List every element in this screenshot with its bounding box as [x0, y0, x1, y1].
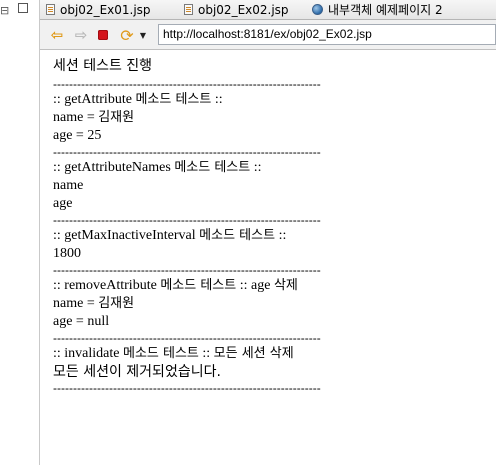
output-text: age	[53, 196, 73, 211]
invalidate-message: 모든 세션이 제거되었습니다.	[53, 364, 221, 380]
heading-prefix: :: removeAttribute	[53, 278, 161, 293]
output-text: 1800	[53, 246, 81, 261]
section-heading: :: invalidate 메소드 테스트 :: 모든 세션 삭제	[53, 345, 473, 363]
stop-icon	[98, 30, 108, 40]
tab-browser-page[interactable]: 내부객체 예제페이지 2	[312, 0, 443, 19]
separator-line: ----------------------------------------…	[53, 381, 321, 395]
separator-line: ----------------------------------------…	[53, 263, 321, 277]
globe-icon	[312, 4, 323, 15]
refresh-button[interactable]: ⟳	[118, 25, 136, 45]
heading-korean: 메소드 테스트	[174, 160, 251, 175]
heading-prefix: :: invalidate	[53, 346, 123, 361]
url-text: http://localhost:8181/ex/obj02_Ex02.jsp	[163, 27, 372, 41]
output-korean: 김재원	[98, 296, 135, 311]
tab-label: obj02_Ex01.jsp	[60, 2, 151, 17]
output-line: age = null	[53, 313, 473, 331]
editor-tab-bar: obj02_Ex01.jsp obj02_Ex02.jsp 내부객체 예제페이지…	[40, 0, 496, 20]
tab-label: 내부객체 예제페이지 2	[328, 3, 443, 17]
section-heading: :: removeAttribute 메소드 테스트 :: age 삭제	[53, 277, 473, 295]
stop-button[interactable]	[94, 26, 112, 44]
document-icon	[184, 4, 193, 15]
output-line: 1800	[53, 245, 473, 263]
forward-button[interactable]: ⇨	[72, 26, 90, 44]
heading-prefix: :: getAttributeNames	[53, 160, 175, 175]
heading-korean: 메소드 테스트	[160, 278, 237, 293]
maximize-icon[interactable]	[18, 3, 28, 13]
section-heading: :: getAttribute 메소드 테스트 ::	[53, 91, 473, 109]
back-button[interactable]: ⇦	[48, 26, 66, 44]
heading-suffix: ::	[198, 346, 214, 361]
output-text: age = null	[53, 314, 110, 329]
heading-prefix: :: getMaxInactiveInterval	[53, 228, 200, 243]
chevron-down-icon: ▼	[139, 30, 147, 40]
output-text: name =	[53, 296, 99, 311]
minimize-icon[interactable]: ⊟	[0, 4, 9, 17]
output-korean: 김재원	[98, 110, 135, 125]
document-icon	[46, 4, 55, 15]
page-body: 세션 테스트 진행 ------------------------------…	[53, 57, 473, 395]
output-line: name = 김재원	[53, 109, 473, 127]
heading-prefix: :: getAttribute	[53, 92, 136, 107]
refresh-icon: ⟳	[120, 25, 134, 45]
section-heading: :: getAttributeNames 메소드 테스트 ::	[53, 159, 473, 177]
browser-window: ⊟ obj02_Ex01.jsp obj02_Ex02.jsp 내부객체 예제페…	[0, 0, 496, 465]
forward-arrow-icon: ⇨	[74, 26, 88, 44]
tab-label: obj02_Ex02.jsp	[198, 2, 289, 17]
heading-korean: 메소드 테스트	[199, 228, 276, 243]
browser-toolbar: ⇦ ⇨ ⟳ ▼ http://localhost:8181/ex/obj02_E…	[40, 20, 496, 50]
url-input[interactable]: http://localhost:8181/ex/obj02_Ex02.jsp	[158, 24, 496, 45]
heading-suffix: ::	[250, 160, 262, 175]
section-heading: :: getMaxInactiveInterval 메소드 테스트 ::	[53, 227, 473, 245]
separator-line: ----------------------------------------…	[53, 331, 321, 345]
output-line: age = 25	[53, 127, 473, 145]
heading-tail-korean: 삭제	[273, 278, 298, 293]
output-line: name = 김재원	[53, 295, 473, 313]
output-text: name =	[53, 110, 99, 125]
separator-line: ----------------------------------------…	[53, 145, 321, 159]
heading-suffix: :: age	[236, 278, 274, 293]
refresh-menu-button[interactable]: ▼	[138, 26, 148, 44]
heading-tail-korean: 모든 세션 삭제	[213, 346, 294, 361]
output-line: age	[53, 195, 473, 213]
back-arrow-icon: ⇦	[50, 26, 64, 44]
tab-obj02-ex01[interactable]: obj02_Ex01.jsp	[46, 0, 151, 19]
heading-suffix: ::	[211, 92, 223, 107]
output-text: name	[53, 178, 84, 193]
page-title: 세션 테스트 진행	[53, 58, 153, 74]
separator-line: ----------------------------------------…	[53, 213, 321, 227]
output-line: name	[53, 177, 473, 195]
page-viewport: 세션 테스트 진행 ------------------------------…	[40, 50, 496, 465]
side-panel: ⊟	[0, 0, 40, 465]
heading-suffix: ::	[275, 228, 287, 243]
separator-line: ----------------------------------------…	[53, 77, 321, 91]
tab-obj02-ex02[interactable]: obj02_Ex02.jsp	[184, 0, 289, 19]
heading-korean: 메소드 테스트	[135, 92, 212, 107]
heading-korean: 메소드 테스트	[122, 346, 199, 361]
output-text: age = 25	[53, 128, 102, 143]
